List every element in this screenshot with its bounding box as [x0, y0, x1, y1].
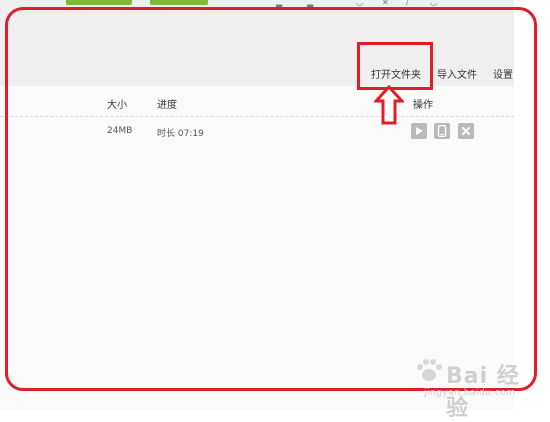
column-header-progress[interactable]: 进度 — [157, 96, 177, 111]
import-file-button[interactable]: 导入文件 — [437, 66, 477, 81]
column-header-actions: 操作 — [413, 100, 433, 111]
delete-button[interactable] — [458, 123, 474, 139]
window-menu-icon[interactable]: ▂ — [276, 0, 282, 7]
table-header: 大小 进度 操作 — [0, 86, 514, 117]
top-strip: ▂ ▂ ◡ ✕ / ◡ — [0, 0, 514, 7]
close-icon — [462, 127, 470, 135]
play-button[interactable] — [411, 123, 427, 139]
green-tab-button-2[interactable] — [150, 0, 208, 5]
play-icon — [416, 127, 423, 135]
window-minimize-icon[interactable]: ✕ — [382, 0, 389, 7]
toolbar: ▂ ▂ ◡ ✕ / ◡ 打开文件夹 导入文件 设置 — [0, 0, 514, 86]
send-to-phone-button[interactable] — [434, 123, 450, 139]
phone-icon — [437, 125, 447, 137]
window-skin-icon[interactable]: ▂ — [307, 0, 313, 7]
column-header-size[interactable]: 大小 — [107, 96, 127, 111]
file-size: 24MB — [107, 126, 133, 136]
window-refresh-icon[interactable]: ◡ — [356, 0, 363, 7]
file-duration: 时长 07:19 — [157, 129, 204, 139]
green-tab-button[interactable] — [66, 0, 132, 5]
window-close-icon[interactable]: ◡ — [430, 0, 437, 7]
settings-button[interactable]: 设置 — [493, 66, 513, 81]
open-folder-button[interactable]: 打开文件夹 — [371, 66, 421, 81]
window-maximize-icon[interactable]: / — [406, 0, 409, 7]
